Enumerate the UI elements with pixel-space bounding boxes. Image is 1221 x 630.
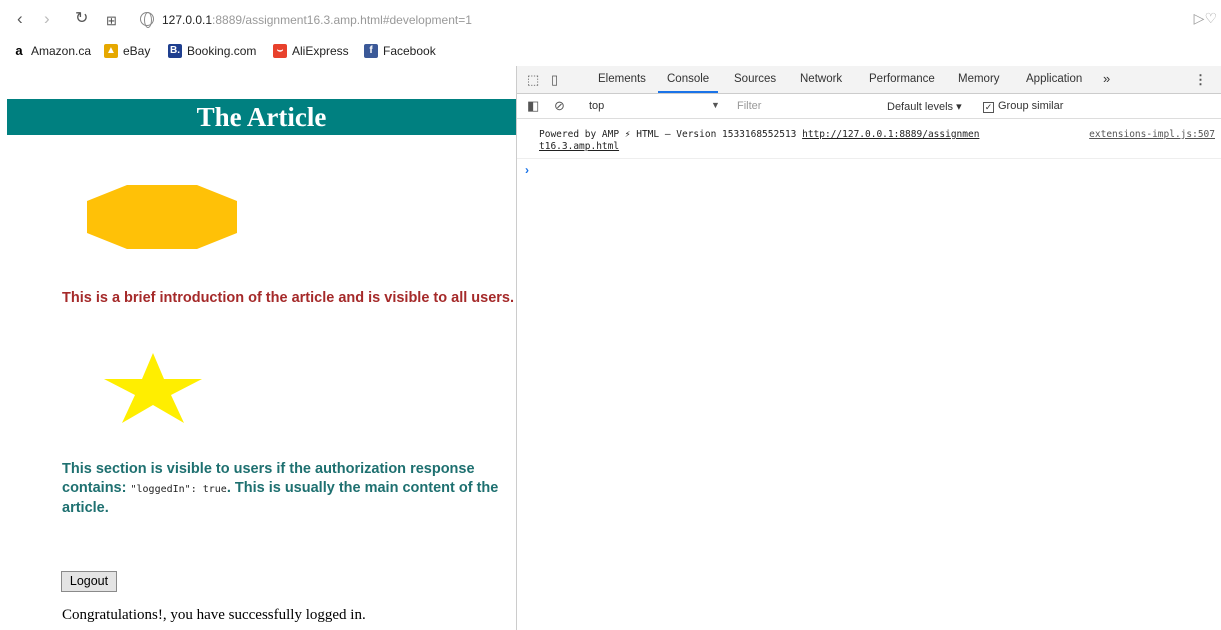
amazon-icon: a [12, 44, 26, 58]
apps-grid-icon[interactable]: ⊞ [106, 11, 117, 31]
article-header: The Article [7, 99, 516, 135]
devtools-tabbar: ⬚ ▯ Elements Console Sources Network Per… [517, 66, 1221, 94]
bookmark-label: AliExpress [292, 44, 349, 58]
console-message: Powered by AMP ⚡ HTML – Version 15331685… [517, 121, 1221, 159]
context-dropdown-icon[interactable]: ▼ [711, 100, 720, 110]
article-main-section: This section is visible to users if the … [62, 460, 516, 518]
tab-memory[interactable]: Memory [958, 73, 1000, 85]
message-source-link[interactable]: extensions-impl.js:507 [1089, 129, 1215, 140]
address-bar[interactable]: 127.0.0.1:8889/assignment16.3.amp.html#d… [140, 9, 1220, 31]
star-shape [104, 353, 202, 423]
tab-application[interactable]: Application [1026, 73, 1082, 85]
group-similar-label: Group similar [998, 100, 1064, 112]
bookmark-aliexpress[interactable]: ⌣ AliExpress [273, 44, 349, 58]
context-select[interactable]: top [589, 100, 604, 112]
message-link[interactable]: http://127.0.0.1:8889/assignmen [802, 129, 979, 140]
bookmark-label: Amazon.ca [31, 44, 92, 58]
browser-toolbar: ‹ › ↻ ⊞ 127.0.0.1:8889/assignment16.3.am… [0, 0, 1221, 38]
site-info-icon[interactable] [140, 12, 154, 28]
bookmarks-bar: a Amazon.ca ▲ eBay B. Booking.com ⌣ AliE… [0, 38, 1221, 66]
section-code: "loggedIn": true [130, 484, 227, 495]
tab-elements[interactable]: Elements [598, 73, 646, 85]
clear-console-icon[interactable]: ⊘ [554, 98, 565, 114]
checkbox-checked-icon: ✓ [983, 102, 994, 113]
bookmark-facebook[interactable]: f Facebook [364, 44, 436, 58]
bookmark-booking[interactable]: B. Booking.com [168, 44, 256, 58]
message-prefix: Powered by AMP ⚡ HTML – Version 15331685… [539, 129, 803, 140]
log-levels-select[interactable]: Default levels ▾ [887, 100, 962, 113]
message-link-wrap[interactable]: t16.3.amp.html [539, 141, 619, 152]
more-tabs-button[interactable]: » [1103, 71, 1110, 86]
aliexpress-icon: ⌣ [273, 44, 287, 58]
console-prompt-icon[interactable]: › [525, 163, 529, 177]
bookmark-ebay[interactable]: ▲ eBay [104, 44, 150, 58]
page-viewport: The Article This is a brief introduction… [0, 66, 516, 630]
article-intro: This is a brief introduction of the arti… [62, 290, 515, 306]
ebay-icon: ▲ [104, 44, 118, 58]
sidebar-toggle-icon[interactable]: ◧ [527, 98, 539, 114]
login-success-message: Congratulations!, you have successfully … [62, 607, 366, 623]
kebab-menu-icon[interactable]: ⋮ [1194, 72, 1207, 88]
page-title: The Article [196, 102, 327, 132]
console-message-text: Powered by AMP ⚡ HTML – Version 15331685… [539, 129, 1059, 153]
booking-icon: B. [168, 44, 182, 58]
facebook-icon: f [364, 44, 378, 58]
url-path: :8889/assignment16.3.amp.html#developmen… [212, 13, 472, 27]
back-icon[interactable]: ‹ [17, 9, 23, 29]
bookmark-label: Facebook [383, 44, 436, 58]
tab-performance[interactable]: Performance [869, 73, 935, 85]
reload-icon[interactable]: ↻ [75, 9, 88, 29]
inspect-element-icon[interactable]: ⬚ [527, 72, 539, 88]
tab-network[interactable]: Network [800, 73, 842, 85]
devtools-panel: ⬚ ▯ Elements Console Sources Network Per… [517, 66, 1221, 630]
bookmark-amazon[interactable]: a Amazon.ca [12, 44, 91, 58]
url-host: 127.0.0.1 [162, 13, 213, 27]
bookmark-label: eBay [123, 44, 151, 58]
tab-sources[interactable]: Sources [734, 73, 776, 85]
bookmark-label: Booking.com [187, 44, 257, 58]
forward-icon[interactable]: › [44, 9, 50, 29]
device-toolbar-icon[interactable]: ▯ [551, 72, 558, 88]
tab-console[interactable]: Console [667, 73, 709, 85]
extension-icon[interactable]: ▷♡ [1194, 10, 1217, 27]
console-filter-input[interactable]: Filter [737, 100, 761, 112]
group-similar-checkbox[interactable]: ✓ Group similar [983, 100, 1063, 113]
hexagon-shape [87, 185, 237, 249]
active-tab-indicator [658, 91, 718, 93]
logout-button[interactable]: Logout [61, 571, 117, 592]
console-filter-bar: ◧ ⊘ top ▼ Filter Default levels ▾ ✓ Group… [517, 94, 1221, 119]
